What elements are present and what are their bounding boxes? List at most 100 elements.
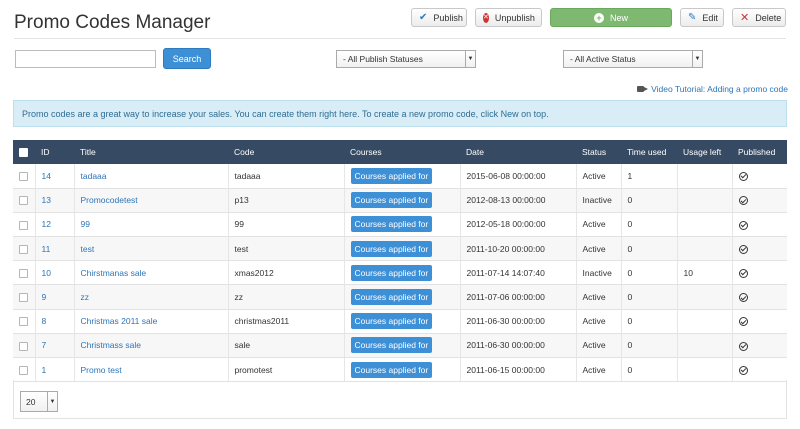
row-checkbox[interactable] bbox=[19, 317, 28, 327]
row-usage-left bbox=[677, 309, 733, 334]
info-message: Promo codes are a great way to increase … bbox=[13, 100, 787, 127]
row-title-link[interactable]: test bbox=[74, 236, 229, 262]
row-id-link[interactable]: 9 bbox=[35, 284, 75, 310]
row-id-link[interactable]: 8 bbox=[35, 309, 75, 334]
published-check-icon[interactable] bbox=[738, 293, 748, 303]
row-date: 2011-06-15 00:00:00 bbox=[460, 357, 577, 383]
row-date: 2011-07-06 00:00:00 bbox=[460, 284, 577, 310]
col-id[interactable]: ID bbox=[35, 140, 74, 164]
col-usage-left[interactable]: Usage left bbox=[677, 140, 732, 164]
chevron-down-icon: ▼ bbox=[692, 51, 702, 67]
courses-applied-button[interactable]: Courses applied for bbox=[350, 192, 433, 209]
row-time-used: 0 bbox=[621, 357, 678, 383]
courses-applied-button[interactable]: Courses applied for bbox=[350, 361, 433, 378]
new-label: New bbox=[609, 12, 628, 23]
courses-applied-button[interactable]: Courses applied for bbox=[350, 289, 433, 306]
row-id-link[interactable]: 7 bbox=[35, 333, 75, 359]
publish-status-value: - All Publish Statuses bbox=[343, 54, 423, 64]
row-title-link[interactable]: Promo test bbox=[74, 357, 229, 383]
row-title-link[interactable]: Christmas 2011 sale bbox=[74, 309, 229, 334]
video-tutorial-link[interactable]: Video Tutorial: Adding a promo code bbox=[637, 84, 788, 94]
row-id-link[interactable]: 14 bbox=[35, 164, 75, 189]
published-check-icon[interactable] bbox=[738, 341, 748, 351]
row-id-link[interactable]: 13 bbox=[35, 188, 75, 213]
col-code[interactable]: Code bbox=[228, 140, 344, 164]
published-check-icon[interactable] bbox=[738, 196, 748, 206]
row-select-cell bbox=[13, 309, 36, 334]
unpublish-label: Unpublish bbox=[494, 12, 535, 23]
row-usage-left bbox=[677, 164, 733, 189]
col-status[interactable]: Status bbox=[576, 140, 621, 164]
row-title-link[interactable]: zz bbox=[74, 284, 229, 310]
row-select-cell bbox=[13, 164, 36, 189]
col-title[interactable]: Title bbox=[74, 140, 228, 164]
row-title-link[interactable]: Chirstmanas sale bbox=[74, 260, 229, 286]
header-divider bbox=[14, 38, 786, 39]
search-input[interactable] bbox=[15, 50, 156, 68]
table-row: 1 Promo test promotest Courses applied for 2… bbox=[13, 357, 787, 383]
publish-button[interactable]: ✔ Publish bbox=[411, 8, 467, 27]
published-check-icon[interactable] bbox=[738, 220, 748, 230]
published-check-icon[interactable] bbox=[738, 365, 748, 375]
table-row: 12 99 99 Courses applied for 2012-05-18 00:0… bbox=[13, 212, 787, 238]
courses-applied-button[interactable]: Courses applied for bbox=[350, 264, 433, 281]
published-check-icon[interactable] bbox=[738, 317, 748, 327]
row-id-link[interactable]: 11 bbox=[35, 236, 75, 262]
row-courses-cell: Courses applied for bbox=[344, 260, 461, 286]
table-row: 11 test test Courses applied for 2011-10-20 … bbox=[13, 236, 787, 262]
row-checkbox[interactable] bbox=[19, 293, 28, 303]
publish-status-select[interactable]: - All Publish Statuses ▼ bbox=[336, 50, 476, 68]
row-status: Active bbox=[576, 333, 622, 359]
row-title-link[interactable]: Promocodetest bbox=[74, 188, 229, 213]
row-title-link[interactable]: 99 bbox=[74, 212, 229, 238]
row-id-link[interactable]: 12 bbox=[35, 212, 75, 238]
search-button[interactable]: Search bbox=[163, 48, 211, 69]
published-check-icon[interactable] bbox=[738, 171, 748, 181]
row-courses-cell: Courses applied for bbox=[344, 333, 461, 359]
row-date: 2011-07-14 14:07:40 bbox=[460, 260, 577, 286]
select-all-checkbox[interactable] bbox=[19, 148, 28, 158]
courses-applied-button[interactable]: Courses applied for bbox=[350, 337, 433, 354]
row-published-cell bbox=[732, 357, 787, 383]
delete-button[interactable]: ✕ Delete bbox=[732, 8, 786, 27]
row-code: promotest bbox=[228, 357, 345, 383]
courses-applied-button[interactable]: Courses applied for bbox=[350, 240, 433, 257]
courses-applied-button[interactable]: Courses applied for bbox=[350, 313, 433, 330]
unpublish-button[interactable]: ✕ Unpublish bbox=[475, 8, 542, 27]
row-courses-cell: Courses applied for bbox=[344, 357, 461, 383]
row-checkbox[interactable] bbox=[19, 268, 28, 278]
row-courses-cell: Courses applied for bbox=[344, 236, 461, 262]
page-limit-select[interactable]: 20 ▼ bbox=[20, 391, 58, 412]
row-id-link[interactable]: 10 bbox=[35, 260, 75, 286]
row-courses-cell: Courses applied for bbox=[344, 284, 461, 310]
row-checkbox[interactable] bbox=[19, 341, 28, 351]
row-time-used: 0 bbox=[621, 333, 678, 359]
row-published-cell bbox=[732, 309, 787, 334]
row-checkbox[interactable] bbox=[19, 220, 28, 230]
row-checkbox[interactable] bbox=[19, 365, 28, 375]
table-row: 14 tadaaa tadaaa Courses applied for 2015-06… bbox=[13, 164, 787, 189]
row-title-link[interactable]: Christmass sale bbox=[74, 333, 229, 359]
row-select-cell bbox=[13, 333, 36, 359]
courses-applied-button[interactable]: Courses applied for bbox=[350, 167, 433, 184]
published-check-icon[interactable] bbox=[738, 268, 748, 278]
row-select-cell bbox=[13, 188, 36, 213]
row-checkbox[interactable] bbox=[19, 171, 28, 181]
col-date[interactable]: Date bbox=[460, 140, 576, 164]
active-status-value: - All Active Status bbox=[570, 54, 636, 64]
chevron-down-icon: ▼ bbox=[47, 392, 57, 411]
edit-button[interactable]: ✎ Edit bbox=[680, 8, 724, 27]
new-button[interactable]: + New bbox=[550, 8, 672, 27]
row-title-link[interactable]: tadaaa bbox=[74, 164, 229, 189]
row-date: 2015-06-08 00:00:00 bbox=[460, 164, 577, 189]
courses-applied-button[interactable]: Courses applied for bbox=[350, 216, 433, 233]
col-time-used[interactable]: Time used bbox=[621, 140, 677, 164]
published-check-icon[interactable] bbox=[738, 244, 748, 254]
active-status-select[interactable]: - All Active Status ▼ bbox=[563, 50, 703, 68]
row-checkbox[interactable] bbox=[19, 244, 28, 254]
row-code: tadaaa bbox=[228, 164, 345, 189]
table-row: 10 Chirstmanas sale xmas2012 Courses applie… bbox=[13, 260, 787, 286]
row-id-link[interactable]: 1 bbox=[35, 357, 75, 383]
row-checkbox[interactable] bbox=[19, 196, 28, 206]
col-published[interactable]: Published bbox=[732, 140, 787, 164]
